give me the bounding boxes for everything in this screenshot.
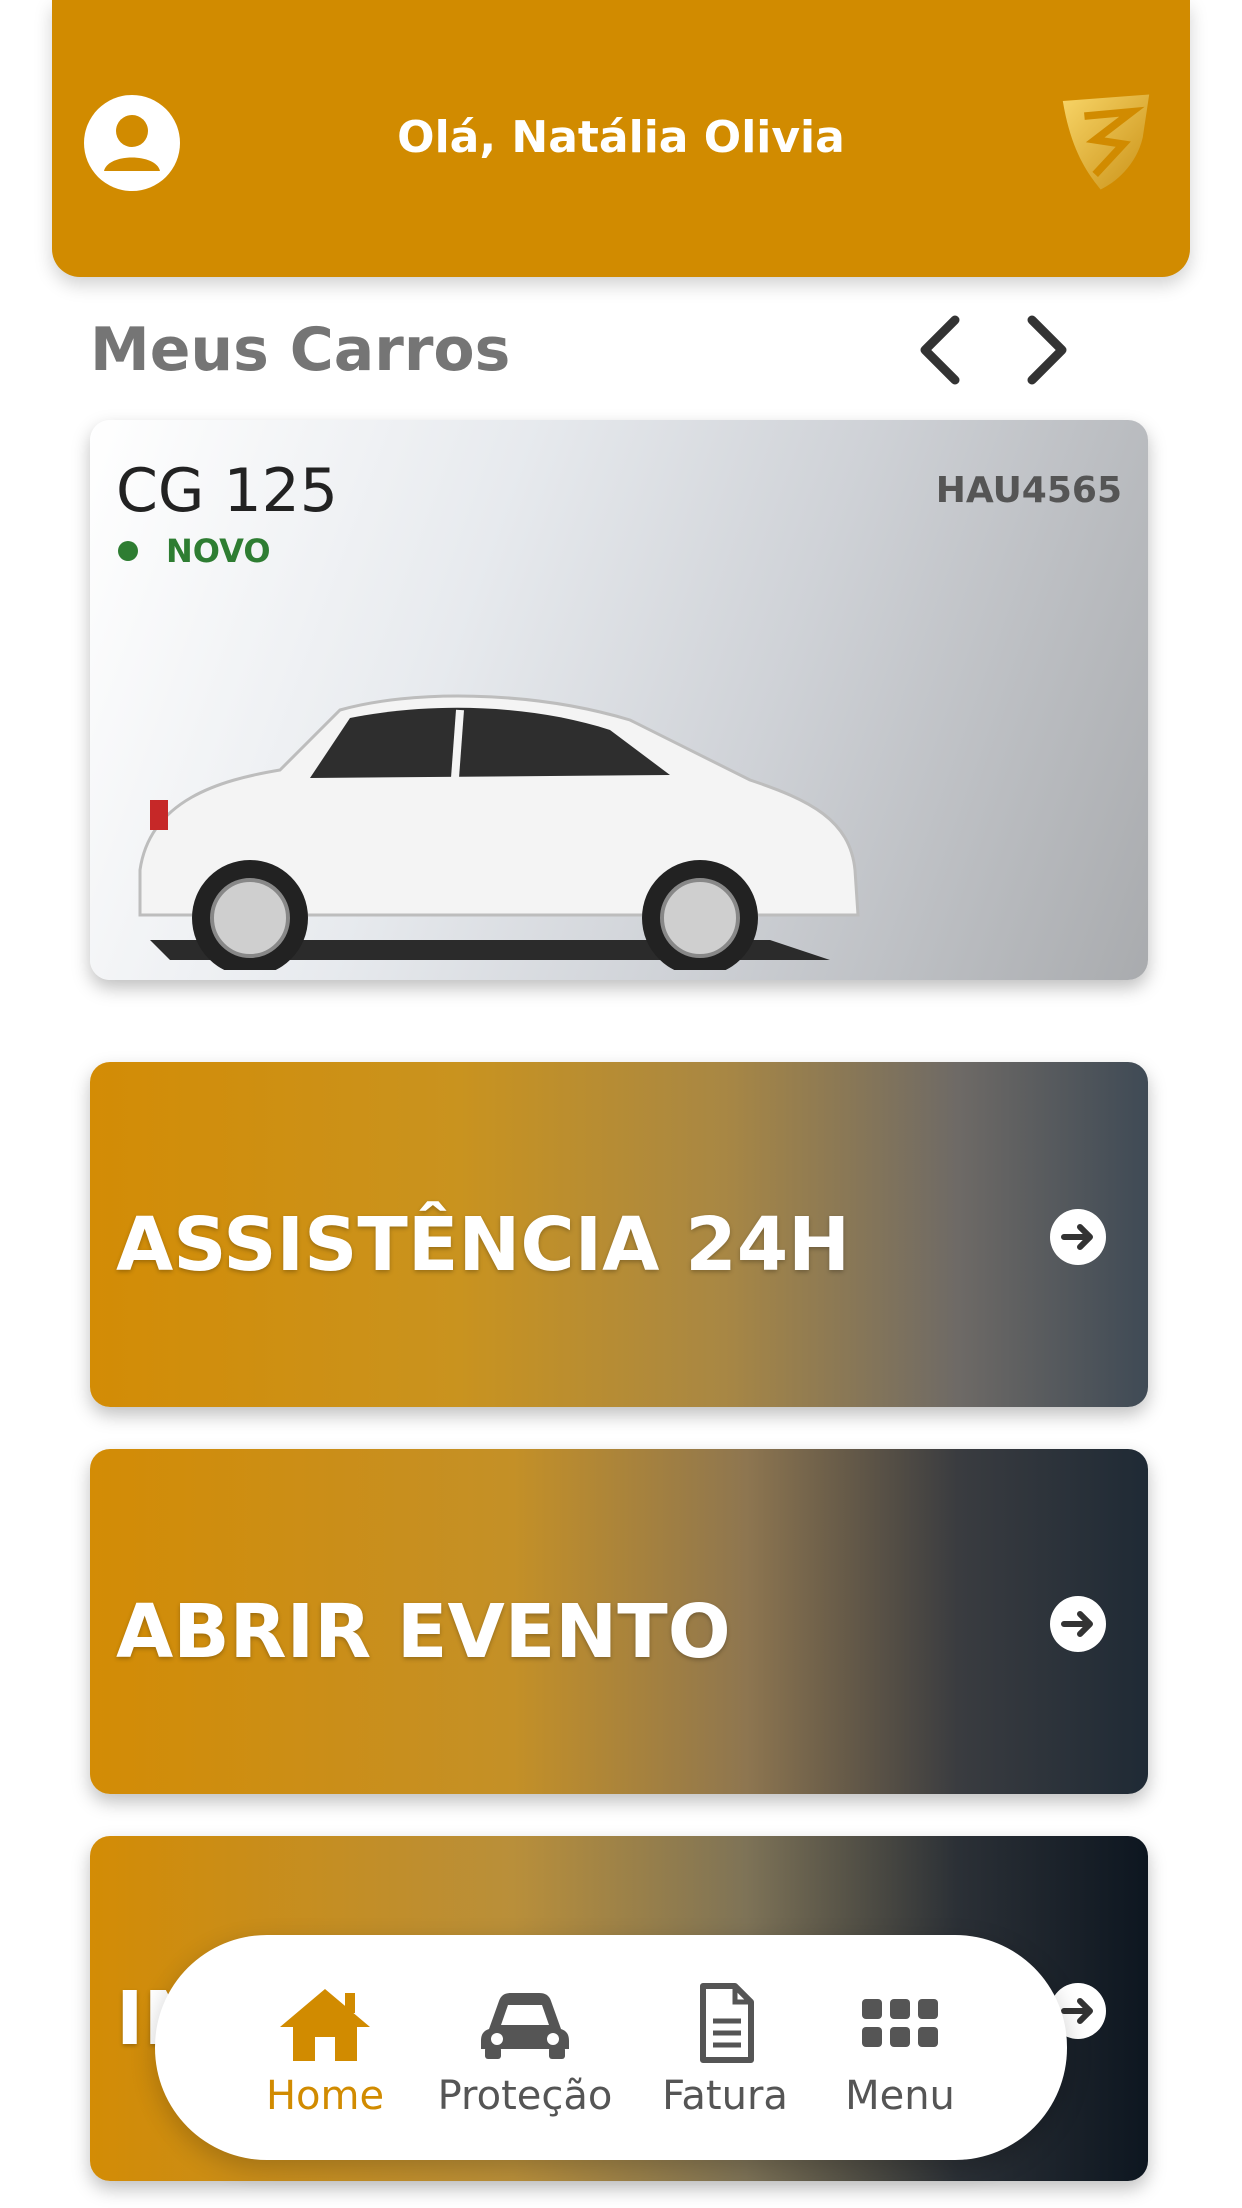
- nav-menu[interactable]: Menu: [830, 1983, 970, 2119]
- nav-protection[interactable]: Proteção: [430, 1983, 620, 2119]
- grid-icon: [862, 1999, 938, 2047]
- arrow-right-circle-icon: [1050, 1209, 1106, 1265]
- chevron-left-icon[interactable]: [905, 310, 975, 390]
- open-event-label: ABRIR EVENTO: [116, 1589, 731, 1675]
- chevron-right-icon[interactable]: [1012, 310, 1082, 390]
- document-icon: [700, 1983, 754, 2063]
- car-icon: [481, 1993, 569, 2059]
- bottom-navigation: Home Proteção Fatura Menu: [155, 1935, 1067, 2160]
- home-icon: [280, 1989, 370, 2061]
- status-label: NOVO: [166, 532, 271, 570]
- assistance-24h-card[interactable]: ASSISTÊNCIA 24H: [90, 1062, 1148, 1407]
- nav-invoice[interactable]: Fatura: [660, 1983, 790, 2119]
- arrow-right-circle-icon: [1050, 1596, 1106, 1652]
- shield-logo-icon: [1062, 94, 1150, 190]
- nav-invoice-label: Fatura: [662, 2073, 788, 2119]
- car-status: NOVO: [118, 532, 271, 570]
- car-plate: HAU4565: [935, 470, 1122, 511]
- car-image: [138, 694, 860, 970]
- status-dot-icon: [118, 541, 138, 561]
- car-model: CG 125: [116, 456, 338, 526]
- nav-home-label: Home: [265, 2073, 385, 2119]
- app-header: Olá, Natália Olivia: [52, 0, 1190, 277]
- greeting-text: Olá, Natália Olivia: [397, 112, 845, 163]
- nav-home[interactable]: Home: [255, 1983, 395, 2119]
- nav-menu-label: Menu: [845, 2073, 955, 2119]
- car-card[interactable]: CG 125 NOVO HAU4565: [90, 420, 1148, 980]
- my-cars-title: Meus Carros: [90, 315, 511, 385]
- nav-protection-label: Proteção: [437, 2073, 613, 2119]
- assistance-24h-label: ASSISTÊNCIA 24H: [116, 1202, 851, 1288]
- open-event-card[interactable]: ABRIR EVENTO: [90, 1449, 1148, 1794]
